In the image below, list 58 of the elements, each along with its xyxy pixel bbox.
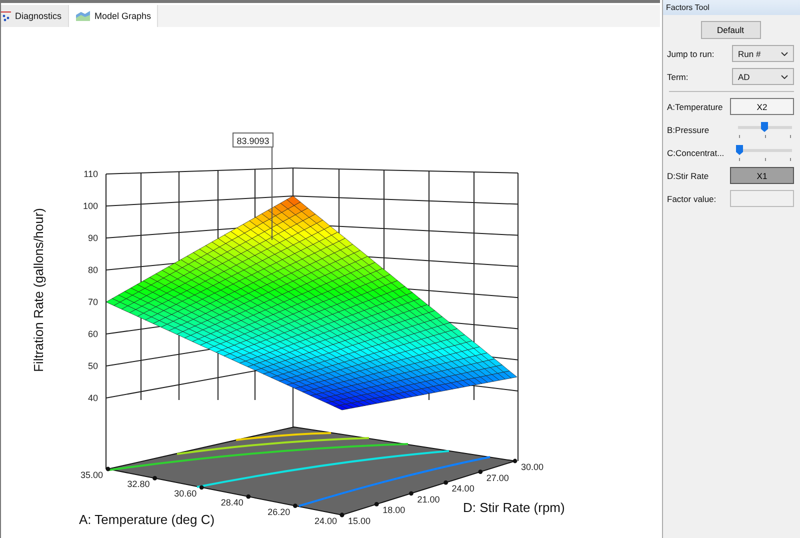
- factor-slider[interactable]: [736, 121, 794, 138]
- axis-tick-label: 26.20: [268, 506, 290, 517]
- tick-dot: [374, 502, 379, 506]
- axis-tick-label: 30.00: [521, 462, 544, 472]
- axis-tick-label: 28.40: [220, 498, 244, 508]
- tick-dot: [152, 476, 157, 480]
- axis-tick-label: 35.00: [80, 470, 103, 480]
- area-chart-icon: [74, 10, 91, 22]
- value-callout: 83.9093: [232, 132, 274, 148]
- factor-label: B:Pressure: [667, 124, 710, 134]
- axis-title: D: Stir Rate (rpm): [463, 500, 565, 515]
- tick-dot: [199, 485, 204, 490]
- tick-dot: [293, 504, 298, 508]
- tick-dot: [246, 494, 251, 499]
- axis-tick-label: 27.00: [486, 472, 509, 483]
- axis-tick-label: 40: [88, 393, 98, 403]
- tab[interactable]: Diagnostics: [1, 5, 69, 27]
- axis-tick-label: 24.00: [314, 516, 337, 526]
- tick-dot: [478, 470, 483, 474]
- axis-tick-label: 21.00: [417, 494, 440, 504]
- axis-tick-label: 50: [88, 361, 98, 371]
- axis-tick-label: 100: [82, 201, 98, 211]
- tick-dot: [409, 491, 414, 496]
- panel-title: Factors Tool: [663, 0, 800, 15]
- run-dropdown[interactable]: Run #: [732, 45, 794, 62]
- axis-tick-label: 24.00: [452, 484, 474, 494]
- tick-dot: [512, 458, 518, 464]
- axis-tick-label: 90: [88, 233, 98, 243]
- term-dropdown[interactable]: AD: [732, 68, 794, 85]
- axis-tick-label: 32.80: [127, 479, 150, 490]
- factor-slider[interactable]: [736, 144, 794, 161]
- tick-dot: [444, 480, 448, 485]
- factor-label: A:Temperature: [667, 102, 723, 112]
- slider-thumb[interactable]: [736, 145, 743, 155]
- tick-dot: [106, 466, 110, 472]
- axis-tick-label: 15.00: [348, 516, 371, 526]
- axis-button[interactable]: X2: [730, 98, 794, 115]
- default-button[interactable]: Default: [700, 21, 760, 39]
- factor-label: C:Concentrat...: [667, 148, 724, 158]
- factor-label: D:Stir Rate: [667, 170, 709, 180]
- factor-value-field[interactable]: [730, 190, 794, 207]
- axis-tick-label: 80: [88, 265, 98, 275]
- scatter-chart-icon: [1, 10, 11, 22]
- axis-button[interactable]: X1: [730, 167, 794, 184]
- tab[interactable]: Model Graphs: [68, 5, 158, 27]
- axis-tick-label: 18.00: [382, 505, 406, 516]
- field-label: Factor value:: [667, 194, 716, 204]
- slider-thumb[interactable]: [761, 122, 768, 132]
- chevron-icon: [781, 52, 788, 56]
- chevron-icon: [781, 74, 788, 78]
- axis-title: Filtration Rate (gallons/hour): [31, 208, 46, 372]
- axis-tick-label: 60: [88, 329, 98, 339]
- field-label: Jump to run:: [667, 48, 714, 58]
- axis-title: A: Temperature (deg C): [79, 512, 215, 527]
- axis-tick-label: 70: [88, 297, 98, 307]
- axis-tick-label: 110: [84, 169, 98, 179]
- field-label: Term:: [667, 72, 688, 82]
- axis-tick-label: 30.60: [174, 488, 197, 498]
